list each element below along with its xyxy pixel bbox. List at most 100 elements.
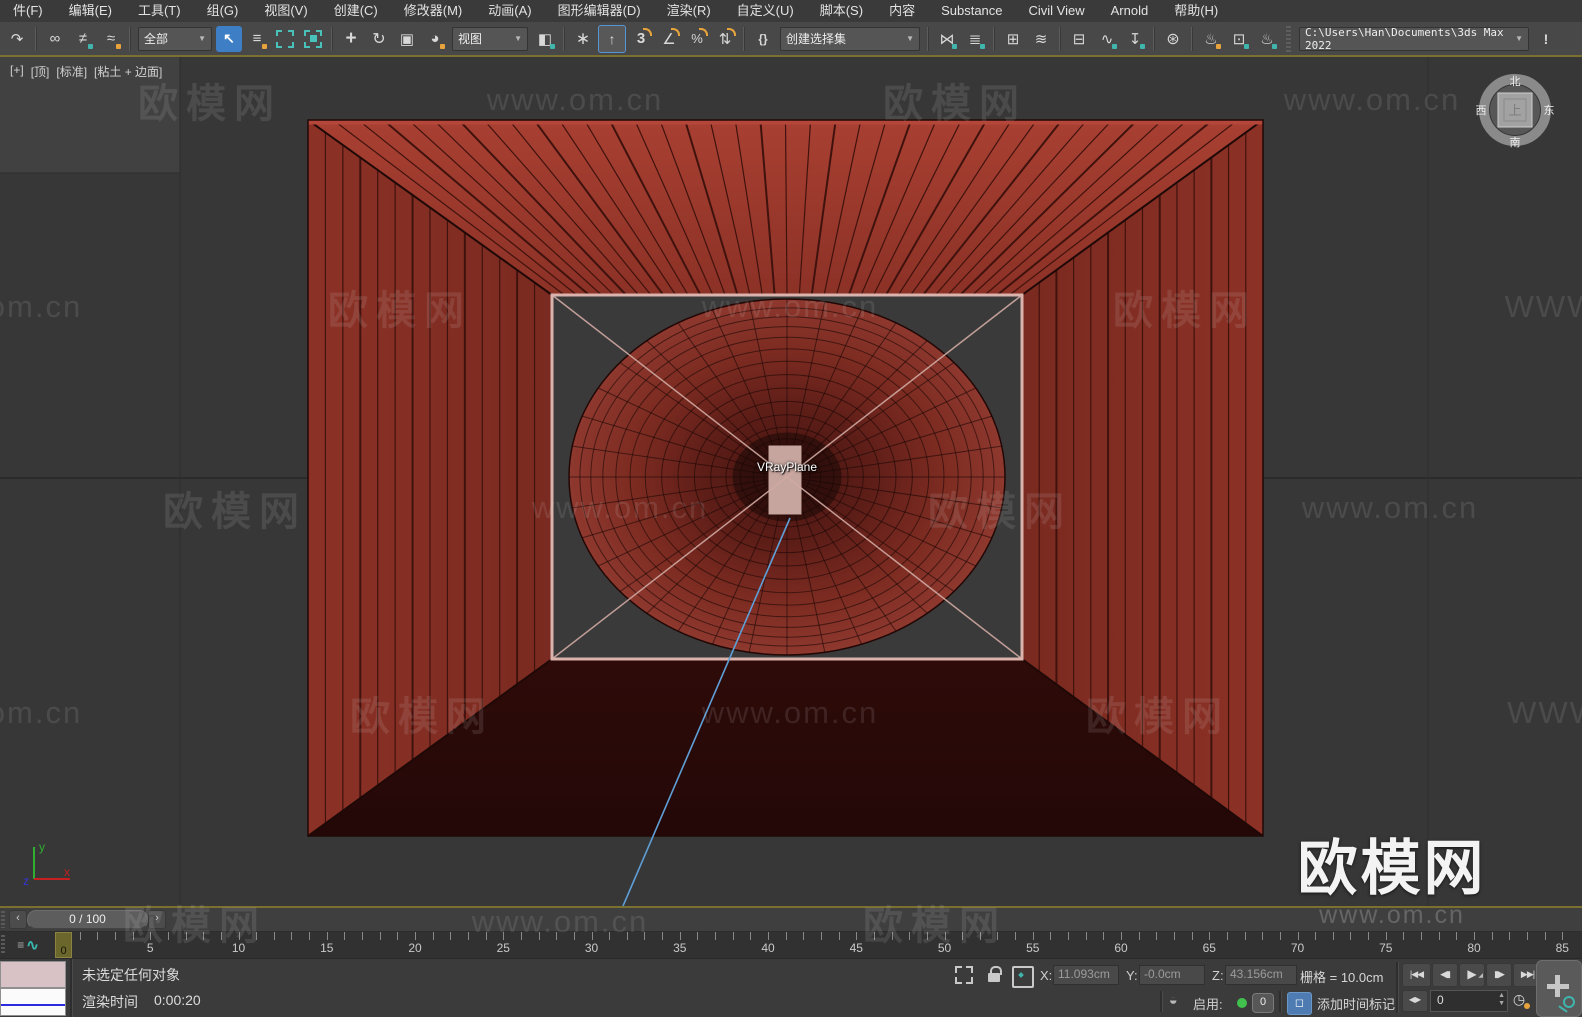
unlink-icon[interactable]: ≠ [70,26,96,52]
viewcube[interactable]: 上 北 南 西 东 [1474,71,1556,149]
frame-tick [856,932,858,940]
menu-views[interactable]: 视图(V) [251,0,320,22]
viewport-pov-label[interactable]: [顶] [31,63,50,80]
track-bar[interactable]: ≡ ∿ 5 10 15 20 25 30 35 40 45 50 55 60 65 70 75 80 85 0 [0,932,1582,958]
select-move-button[interactable]: + [338,26,364,52]
maxscript-listener-white[interactable] [0,988,66,1016]
maxscript-listener-pink[interactable] [0,961,66,988]
select-rotate-button[interactable]: ↻ [366,26,392,52]
current-frame-marker[interactable]: 0 [55,932,72,958]
named-selection-sets-dropdown[interactable]: 创建选择集 ▼ [780,26,920,51]
scene-explorer-button[interactable]: ⊞ [1000,26,1026,52]
material-editor-button[interactable]: ⊛ [1160,26,1186,52]
rendered-frame-button[interactable]: ⊡ [1226,26,1252,52]
snaps-toggle-button[interactable]: ↑ [598,24,626,53]
schematic-view-button[interactable]: ↧ [1122,26,1148,52]
key-mode-toggle[interactable]: ◀▶ [1402,990,1428,1012]
angle-snap-button[interactable]: ∠ [656,26,682,52]
frame-tick [1191,932,1193,940]
percent-snap-button[interactable]: % [684,26,710,52]
render-production-button[interactable]: ♨ [1254,26,1280,52]
link-icon[interactable]: ∞ [42,26,68,52]
viewcube-north-label[interactable]: 北 [1510,75,1521,88]
edit-named-selections-button[interactable]: {} [750,26,776,52]
mini-curve-editor-button[interactable]: ≡ ∿ [8,934,48,955]
absolute-mode-icon[interactable] [1012,966,1034,988]
menu-tools[interactable]: 工具(T) [125,0,194,22]
select-by-name-button[interactable]: ≡ [244,26,270,52]
window-crossing-button[interactable] [300,26,326,52]
mirror-button[interactable]: ⋈ [934,26,960,52]
menu-substance[interactable]: Substance [928,0,1015,22]
spinner-snap-button[interactable]: ⇅ [712,26,738,52]
isolate-cube-button[interactable]: ◻ [1287,992,1312,1015]
add-time-tag[interactable]: 添加时间标记 [1317,994,1395,1013]
y-coord-field[interactable]: -0.0cm [1139,965,1205,985]
next-frame-arrow[interactable]: › [148,910,166,929]
render-setup-button[interactable]: ♨ [1198,26,1224,52]
slider-grip[interactable] [1,911,5,928]
viewcube-west-label[interactable]: 西 [1476,105,1487,117]
play-button[interactable]: ▶ ◢ [1459,963,1485,987]
frame-spinner[interactable]: ▲ ▼ [1498,992,1505,1008]
menu-help[interactable]: 帮助(H) [1161,0,1231,22]
menu-scripting[interactable]: 脚本(S) [807,0,876,22]
ribbon-button[interactable]: ⊟ [1066,26,1092,52]
create-key-button[interactable] [1536,960,1582,1017]
menu-rendering[interactable]: 渲染(R) [654,0,724,22]
menu-modifiers[interactable]: 修改器(M) [391,0,476,22]
viewcube-east-label[interactable]: 东 [1544,104,1555,117]
ref-coord-dropdown[interactable]: 视图 ▼ [452,26,528,51]
time-configuration-button[interactable]: ◷ [1506,990,1532,1010]
z-coord-field[interactable]: 43.156cm [1225,965,1297,985]
selection-filter-dropdown[interactable]: 全部 ▼ [138,26,212,51]
select-place-button[interactable]: ◕ [422,26,448,52]
next-frame-button[interactable]: ▮▶ [1486,963,1512,987]
isolate-selection-icon[interactable] [955,966,973,984]
viewport-general-menu[interactable]: [+] [10,63,24,80]
menu-file[interactable]: 件(F) [0,0,56,22]
menu-animation[interactable]: 动画(A) [475,0,544,22]
go-to-start-button[interactable]: |◀◀ [1402,963,1431,987]
frame-tick [273,932,275,940]
viewcube-top-label[interactable]: 上 [1508,103,1521,118]
menu-create[interactable]: 创建(C) [321,0,391,22]
previous-frame-button[interactable]: ◀▮ [1432,963,1458,987]
menu-content[interactable]: 内容 [876,0,928,22]
frame-tick [450,932,452,940]
previous-frame-arrow[interactable]: ‹ [9,910,27,929]
rect-selection-region-button[interactable] [272,26,298,52]
curve-editor-button[interactable]: ∿ [1094,26,1120,52]
time-slider[interactable]: 0 / 100 [27,910,148,929]
select-scale-button[interactable]: ▣ [394,26,420,52]
align-button[interactable]: ≣ [962,26,988,52]
bind-to-spacewarp-icon[interactable]: ≈ [98,26,124,52]
selection-lock-icon[interactable] [986,966,1004,984]
frame-tick [1350,932,1352,940]
viewport-top[interactable]: [+] [顶] [标准] [粘土 + 边面] VRayPlane 上 北 南 西 东 … [0,57,1582,907]
snap-3d-button[interactable]: 3 [628,26,654,52]
select-object-button[interactable]: ↖ [216,25,242,52]
toolbar-separator [927,26,929,51]
viewport-standard-label[interactable]: [标准] [56,63,87,80]
frame-tick [1403,932,1405,940]
menu-graph-editors[interactable]: 图形编辑器(D) [545,0,654,22]
frame-tick [803,932,805,940]
y-coord-label: Y: [1126,968,1138,983]
redo-icon[interactable]: ↷ [4,26,30,52]
menu-edit[interactable]: 编辑(E) [56,0,125,22]
x-coord-field[interactable]: 11.093cm [1053,965,1119,985]
viewport-shading-label[interactable]: [粘土 + 边面] [94,63,162,80]
viewcube-south-label[interactable]: 南 [1510,136,1521,149]
user-notification-icon[interactable]: ! [1533,26,1559,52]
current-frame-field[interactable]: 0 ▲ ▼ [1430,990,1508,1012]
menu-civil-view[interactable]: Civil View [1016,0,1098,22]
project-folder-dropdown[interactable]: C:\Users\Han\Documents\3ds Max 2022 ▼ [1299,26,1529,52]
menu-customize[interactable]: 自定义(U) [724,0,807,22]
trackbar-grip[interactable] [1,935,5,955]
layer-manager-button[interactable]: ≋ [1028,26,1054,52]
use-pivot-center-button[interactable]: ◧ [532,26,558,52]
select-manipulate-button[interactable]: ∗ [570,26,596,52]
menu-arnold[interactable]: Arnold [1098,0,1162,22]
menu-group[interactable]: 组(G) [194,0,252,22]
